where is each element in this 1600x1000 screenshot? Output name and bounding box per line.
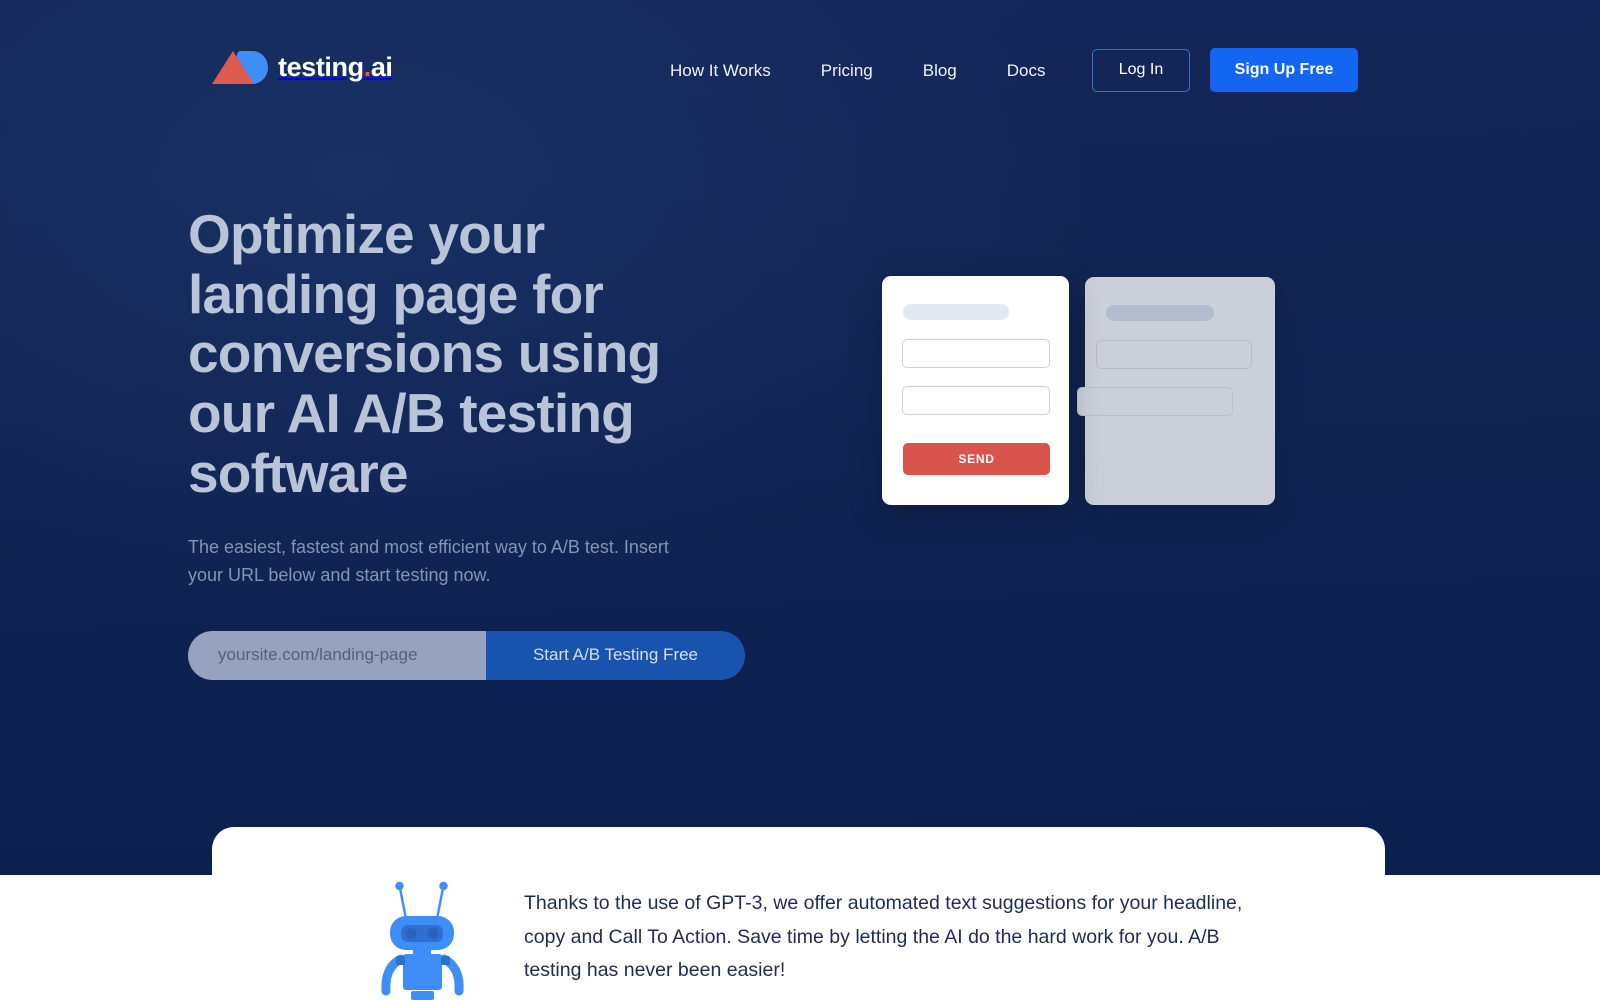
mockup-a-field-2 [902,386,1050,415]
nav-item-blog[interactable]: Blog [923,62,957,79]
url-input[interactable] [188,630,486,680]
log-in-button[interactable]: Log In [1092,48,1190,92]
gpt-feature-card: Thanks to the use of GPT-3, we offer aut… [212,827,1385,1000]
nav-item-docs[interactable]: Docs [1007,62,1046,79]
nav-item-how-it-works[interactable]: How It Works [670,62,771,79]
sign-up-free-button[interactable]: Sign Up Free [1210,48,1358,92]
auth-buttons: Log In Sign Up Free [1092,48,1358,92]
logo[interactable]: testing.ai [212,46,393,88]
mockup-card-variant-b[interactable] [1077,277,1275,505]
mockup-b-title-placeholder [1106,305,1214,321]
mockup-a-title-placeholder [903,304,1009,320]
site-header: testing.ai How It Works Pricing Blog Doc… [0,0,1600,140]
logo-triangle-a-icon [212,51,254,84]
landing-page-mockups: SEND [882,276,1282,508]
hero-headline: Optimize your landing page for conversio… [188,203,661,504]
logo-text-dot: . [363,51,372,82]
nav-item-pricing[interactable]: Pricing [821,62,873,79]
logo-text: testing.ai [278,51,393,82]
start-ab-testing-button[interactable]: Start A/B Testing Free [486,630,745,680]
main-navigation: How It Works Pricing Blog Docs [670,0,1046,140]
hero-section: testing.ai How It Works Pricing Blog Doc… [0,0,1600,876]
hero-subheadline: The easiest, fastest and most efficient … [188,537,669,586]
logo-text-suffix: ai [370,51,393,82]
robot-icon [381,881,464,1000]
gpt-feature-inner: Thanks to the use of GPT-3, we offer aut… [212,827,1385,1000]
mockup-send-button[interactable]: SEND [903,443,1050,475]
ab-logo-icon [212,50,268,84]
mockup-b-field-1 [1096,340,1252,369]
mockup-b-field-2 [1077,387,1233,416]
gpt-feature-text: Thanks to the use of GPT-3, we offer aut… [524,892,1243,982]
mockup-a-field-1 [902,339,1050,368]
mockup-card-variant-a[interactable]: SEND [882,276,1069,505]
hero-copy: Optimize your landing page for conversio… [188,203,745,680]
url-cta-form: Start A/B Testing Free [188,630,745,680]
logo-text-main: testing [278,51,364,82]
